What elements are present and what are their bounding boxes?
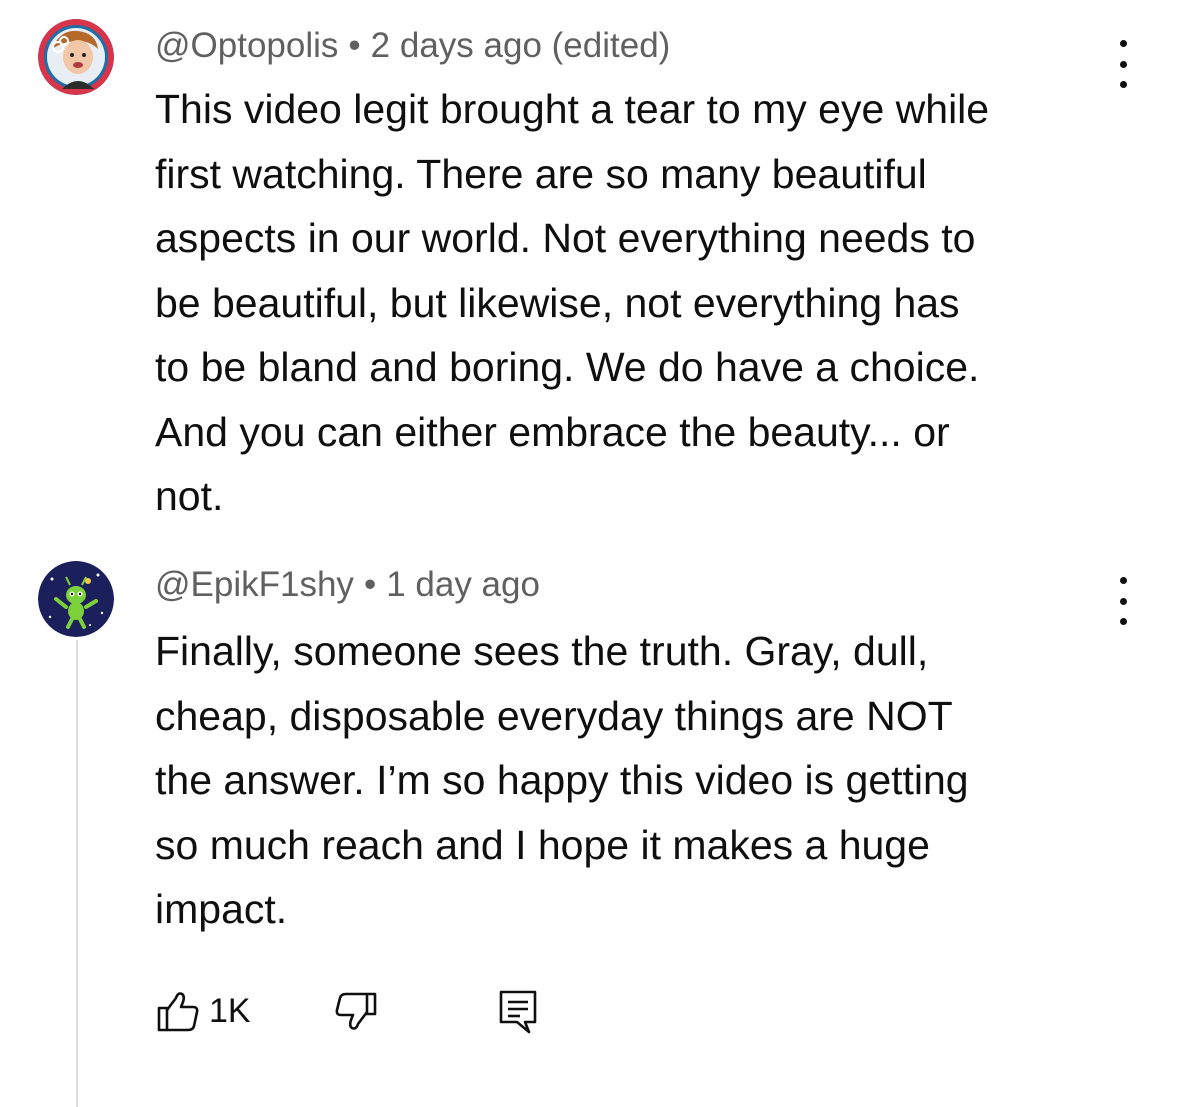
avatar-epikf1shy[interactable] [38,561,114,637]
like-count: 1K [209,992,251,1030]
person-avatar-icon [38,19,114,95]
avatar-optopolis[interactable] [38,19,114,95]
reply-comment-icon [499,990,537,1034]
reply-button[interactable] [495,985,541,1037]
comment-meta: @Optopolis • 2 days ago (edited) [155,26,670,66]
comment-action-bar: 1K [155,985,575,1037]
author-handle[interactable]: @Optopolis [155,26,338,65]
like-button[interactable]: 1K [155,985,251,1037]
comment-text: This video legit brought a tear to my ey… [155,86,990,519]
meta-separator: • [348,26,361,65]
comment-text: Finally, someone sees the truth. Gray, d… [155,628,969,932]
thumbs-up-icon [157,992,199,1032]
author-handle[interactable]: @EpikF1shy [155,565,354,604]
dislike-button[interactable] [333,985,379,1037]
reply-thread-line [76,640,78,1107]
comment-optopolis: @Optopolis • 2 days ago (edited) This vide… [0,0,1200,540]
comment-meta: @EpikF1shy • 1 day ago [155,565,540,605]
alien-space-avatar-icon [38,561,114,637]
thumbs-down-icon [335,992,377,1030]
more-vertical-icon[interactable] [1113,577,1133,625]
meta-separator: • [363,565,377,604]
comment-time: 1 day ago [386,565,540,604]
comment-time: 2 days ago (edited) [370,26,671,65]
